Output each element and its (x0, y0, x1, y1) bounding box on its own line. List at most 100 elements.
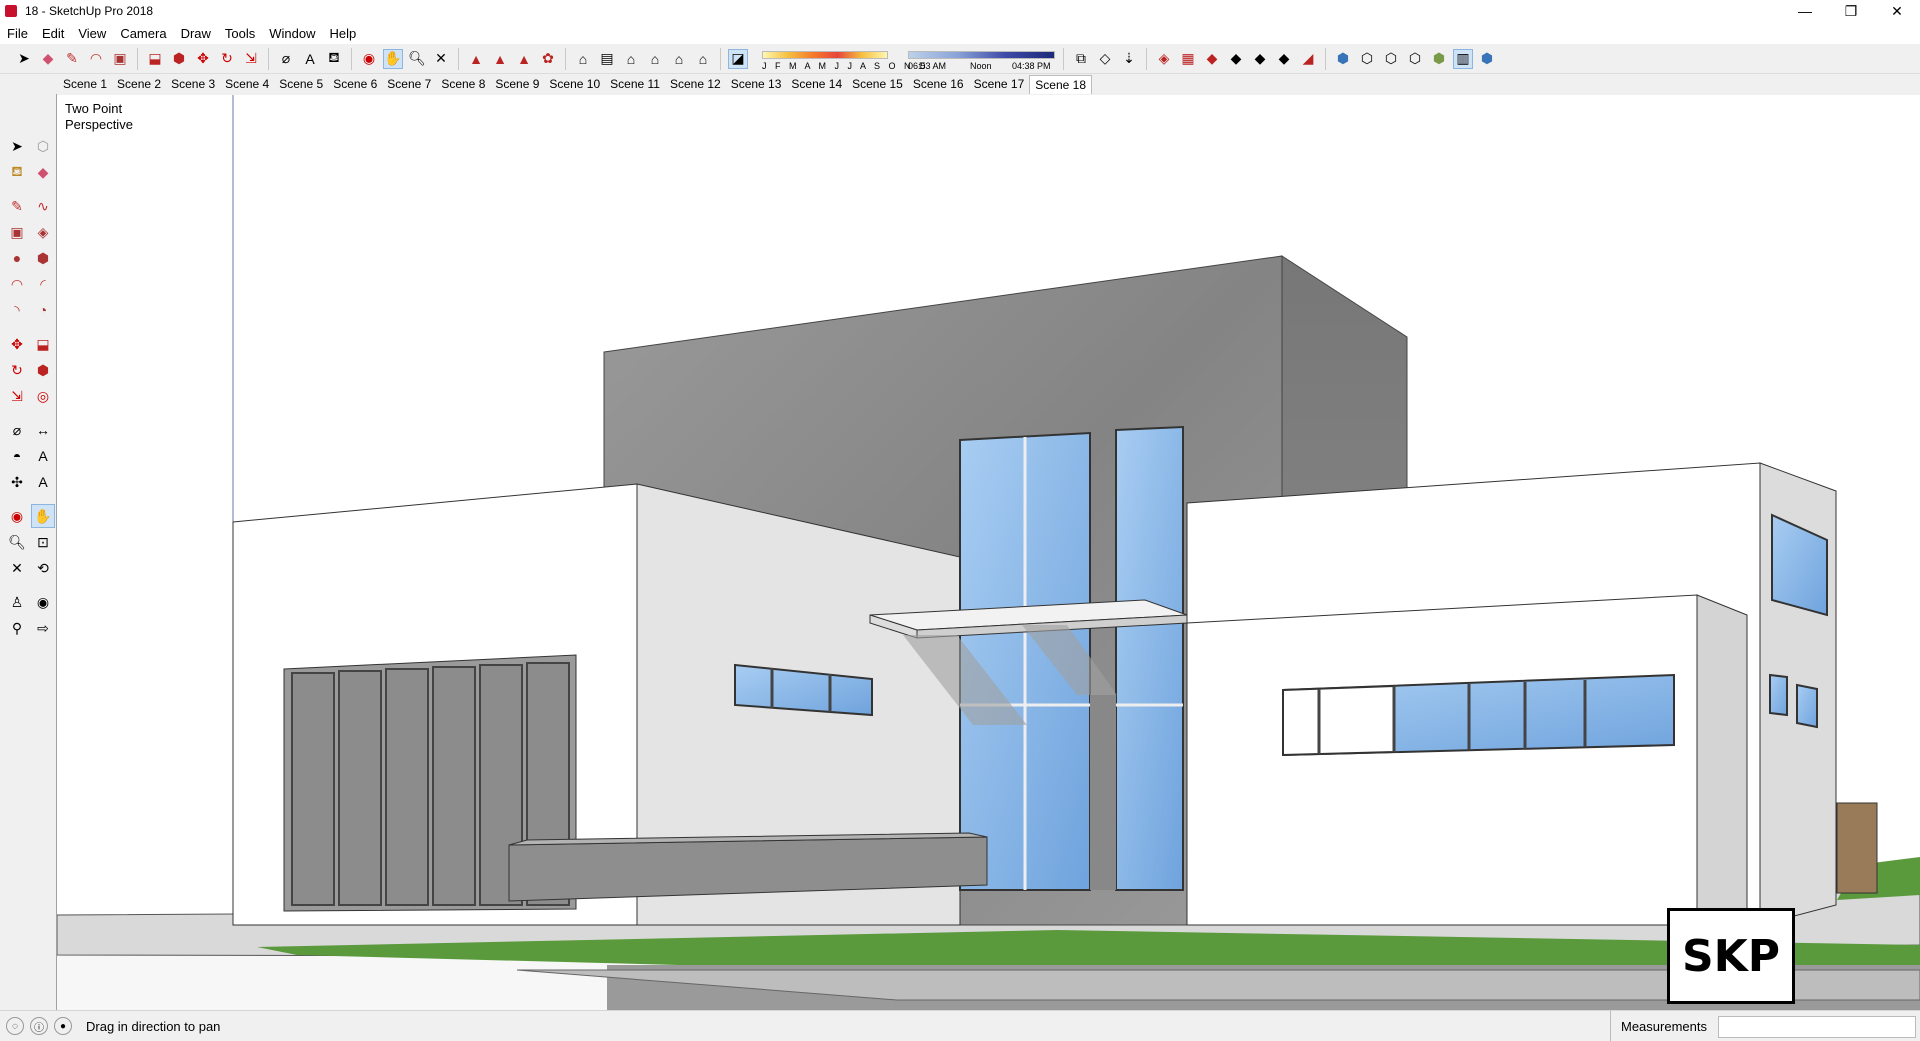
orbit-icon[interactable]: ◉ (5, 504, 29, 528)
monochrome-icon[interactable]: ⬢ (1477, 49, 1497, 69)
pan-hand-icon[interactable]: ✋ (31, 504, 55, 528)
right-view-icon[interactable]: ⌂ (645, 49, 665, 69)
scene-tab[interactable]: Scene 6 (328, 75, 382, 93)
scale-icon[interactable]: ⇲ (5, 384, 29, 408)
eraser-icon[interactable]: ◆ (31, 160, 55, 184)
push-pull-icon[interactable]: ⬓ (31, 332, 55, 356)
section-plane-icon[interactable]: ⇨ (31, 616, 55, 640)
zoom-extents-icon[interactable]: ✕ (5, 556, 29, 580)
scene-tab[interactable]: Scene 1 (58, 75, 112, 93)
scene-tab[interactable]: Scene 15 (847, 75, 908, 93)
extension-manager-icon[interactable]: ✿ (538, 49, 558, 69)
scene-tab[interactable]: Scene 9 (490, 75, 544, 93)
push-pull-icon[interactable]: ⬓ (145, 49, 165, 69)
hidden-line-icon[interactable]: ⬡ (1405, 49, 1425, 69)
scene-tab[interactable]: Scene 5 (274, 75, 328, 93)
move-icon[interactable]: ✥ (5, 332, 29, 356)
scene-tab[interactable]: Scene 17 (969, 75, 1030, 93)
front-view-icon[interactable]: ⌂ (621, 49, 641, 69)
shadow-time-slider[interactable]: 06:53 AM Noon 04:38 PM (908, 47, 1058, 71)
display-section-cuts-icon[interactable]: ⇣ (1119, 49, 1139, 69)
arc-icon[interactable]: ◠ (86, 49, 106, 69)
protractor-icon[interactable]: ◓ (5, 444, 29, 468)
dimension-icon[interactable]: ↔ (31, 418, 55, 442)
user-account-icon[interactable]: ● (54, 1017, 72, 1035)
previous-view-icon[interactable]: ⟲ (31, 556, 55, 580)
flip-edge-icon[interactable]: ◢ (1298, 49, 1318, 69)
close-button[interactable]: ✕ (1874, 0, 1920, 22)
scene-tab[interactable]: Scene 16 (908, 75, 969, 93)
three-point-arc-icon[interactable]: ◝ (5, 298, 29, 322)
credits-icon[interactable]: ⓘ (30, 1017, 48, 1035)
menu-view[interactable]: View (71, 26, 113, 41)
polygon-icon[interactable]: ⬢ (31, 246, 55, 270)
scene-tab[interactable]: Scene 14 (786, 75, 847, 93)
scene-tab[interactable]: Scene 8 (436, 75, 490, 93)
scene-tab[interactable]: Scene 11 (605, 75, 665, 93)
follow-me-icon[interactable]: ⬢ (169, 49, 189, 69)
rectangle-icon[interactable]: ▣ (110, 49, 130, 69)
rectangle-icon[interactable]: ▣ (5, 220, 29, 244)
scene-tab-active[interactable]: Scene 18 (1029, 74, 1092, 94)
top-view-icon[interactable]: ▤ (597, 49, 617, 69)
sandbox-from-scratch-icon[interactable]: ▦ (1178, 49, 1198, 69)
position-camera-icon[interactable]: ♙ (5, 590, 29, 614)
pie-icon[interactable]: ◔ (31, 298, 55, 322)
rotate-icon[interactable]: ↻ (5, 358, 29, 382)
tape-measure-icon[interactable]: ⌀ (5, 418, 29, 442)
3d-warehouse-icon[interactable]: ▲ (466, 49, 486, 69)
arc-icon[interactable]: ◠ (5, 272, 29, 296)
scene-tab[interactable]: Scene 13 (726, 75, 787, 93)
zoom-extents-icon[interactable]: ✕ (431, 49, 451, 69)
back-view-icon[interactable]: ⌂ (669, 49, 689, 69)
restore-button[interactable]: ❐ (1828, 0, 1874, 22)
menu-file[interactable]: File (0, 26, 35, 41)
geo-location-icon[interactable]: ◌ (6, 1017, 24, 1035)
walk-icon[interactable]: ⚲ (5, 616, 29, 640)
move-icon[interactable]: ✥ (193, 49, 213, 69)
paint-bucket-icon[interactable]: ⛾ (5, 160, 29, 184)
zoom-icon[interactable]: 🔍︎ (5, 530, 29, 554)
menu-camera[interactable]: Camera (113, 26, 173, 41)
text-icon[interactable]: A (31, 444, 55, 468)
left-view-icon[interactable]: ⌂ (693, 49, 713, 69)
rotate-icon[interactable]: ↻ (217, 49, 237, 69)
freehand-icon[interactable]: ∿ (31, 194, 55, 218)
two-point-arc-icon[interactable]: ◜ (31, 272, 55, 296)
sandbox-from-contours-icon[interactable]: ◈ (1154, 49, 1174, 69)
make-component-icon[interactable]: ⬡ (31, 134, 55, 158)
orbit-icon[interactable]: ◉ (359, 49, 379, 69)
look-around-icon[interactable]: ◉ (31, 590, 55, 614)
rotated-rectangle-icon[interactable]: ◈ (31, 220, 55, 244)
model-viewport[interactable]: Two Point Perspective SKP (57, 95, 1920, 1010)
paint-bucket-icon[interactable]: ⛾ (324, 49, 344, 69)
menu-help[interactable]: Help (323, 26, 364, 41)
shaded-icon[interactable]: ⬢ (1429, 49, 1449, 69)
zoom-window-icon[interactable]: ⊡ (31, 530, 55, 554)
menu-draw[interactable]: Draw (174, 26, 218, 41)
xray-icon[interactable]: ⬢ (1333, 49, 1353, 69)
text-icon[interactable]: A (300, 49, 320, 69)
scale-icon[interactable]: ⇲ (241, 49, 261, 69)
offset-icon[interactable]: ◎ (31, 384, 55, 408)
select-arrow-icon[interactable]: ➤ (5, 134, 29, 158)
display-section-planes-icon[interactable]: ◇ (1095, 49, 1115, 69)
follow-me-icon[interactable]: ⬢ (31, 358, 55, 382)
back-edges-icon[interactable]: ⬡ (1357, 49, 1377, 69)
add-detail-icon[interactable]: ◆ (1274, 49, 1294, 69)
scene-tab[interactable]: Scene 10 (544, 75, 605, 93)
share-model-icon[interactable]: ▲ (514, 49, 534, 69)
scene-tab[interactable]: Scene 4 (220, 75, 274, 93)
pencil-line-icon[interactable]: ✎ (62, 49, 82, 69)
scene-tab[interactable]: Scene 3 (166, 75, 220, 93)
smoove-icon[interactable]: ◆ (1202, 49, 1222, 69)
shadow-month-slider[interactable]: J F M A M J J A S O N D (758, 47, 926, 71)
extension-warehouse-icon[interactable]: ▲ (490, 49, 510, 69)
shadows-toggle-icon[interactable]: ◪ (728, 48, 748, 69)
pan-hand-icon[interactable]: ✋ (383, 48, 403, 69)
line-icon[interactable]: ✎ (5, 194, 29, 218)
scene-tab[interactable]: Scene 12 (665, 75, 726, 93)
stamp-icon[interactable]: ◆ (1226, 49, 1246, 69)
menu-edit[interactable]: Edit (35, 26, 71, 41)
scene-tab[interactable]: Scene 2 (112, 75, 166, 93)
